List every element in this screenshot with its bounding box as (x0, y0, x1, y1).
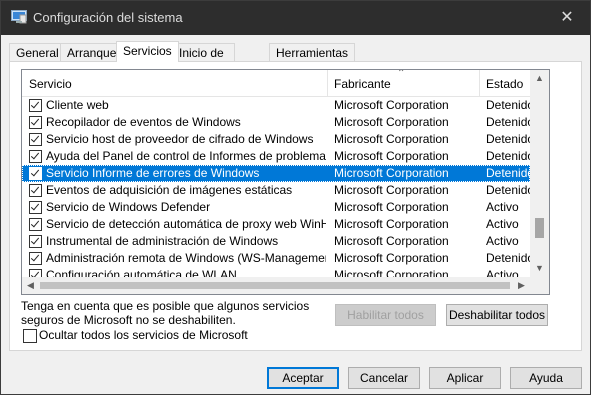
horizontal-scrollbar[interactable]: ◀ ▶ (22, 277, 530, 294)
table-row[interactable]: Recopilador de eventos de Windows Micros… (22, 114, 534, 131)
scroll-down-icon[interactable]: ▼ (530, 260, 549, 277)
service-manufacturer: Microsoft Corporation (334, 183, 449, 197)
disable-all-button[interactable]: Deshabilitar todos (446, 304, 548, 326)
system-config-window: Configuración del sistema ✕ General Arra… (0, 0, 591, 395)
service-status: Detenido (486, 251, 535, 265)
services-list[interactable]: Servicio Fabricante Estado ⌃ Cliente web… (21, 69, 550, 295)
service-name: Cliente web (46, 98, 109, 112)
column-header-status[interactable]: Estado (479, 70, 530, 96)
service-status: Detenido (486, 183, 535, 197)
service-checkbox[interactable] (29, 201, 42, 214)
table-row[interactable]: Ayuda del Panel de control de Informes d… (22, 148, 534, 165)
service-name: Servicio Informe de errores de Windows (46, 166, 260, 180)
service-checkbox[interactable] (29, 167, 42, 180)
scroll-right-icon[interactable]: ▶ (513, 277, 530, 294)
column-header-service[interactable]: Servicio (22, 70, 327, 96)
service-status: Activo (486, 200, 519, 214)
tab-arranque[interactable]: Arranque (60, 43, 124, 61)
accept-button[interactable]: Aceptar (267, 367, 339, 389)
service-manufacturer: Microsoft Corporation (334, 217, 449, 231)
hide-microsoft-services-checkbox[interactable] (23, 329, 37, 343)
tab-inicio-de-windows[interactable]: Inicio de Windows (172, 43, 235, 78)
sort-ascending-icon: ⌃ (397, 69, 406, 79)
service-status: Activo (486, 217, 519, 231)
service-manufacturer: Microsoft Corporation (334, 115, 449, 129)
tab-servicios[interactable]: Servicios (116, 41, 179, 62)
service-checkbox[interactable] (29, 218, 42, 231)
service-name: Servicio de detección automática de prox… (46, 217, 326, 231)
title-bar: Configuración del sistema ✕ (1, 1, 590, 35)
scroll-up-icon[interactable]: ▲ (530, 70, 549, 87)
cancel-button[interactable]: Cancelar (348, 367, 420, 389)
tab-general[interactable]: General (9, 43, 66, 61)
service-status: Detenido (486, 132, 535, 146)
service-name: Servicio de Windows Defender (46, 200, 211, 214)
service-name: Instrumental de administración de Window… (46, 234, 279, 248)
system-config-icon (11, 10, 27, 24)
apply-button[interactable]: Aplicar (429, 367, 501, 389)
service-name: Servicio host de proveedor de cifrado de… (46, 132, 314, 146)
service-manufacturer: Microsoft Corporation (334, 200, 449, 214)
service-checkbox[interactable] (29, 150, 42, 163)
tab-herramientas[interactable]: Herramientas (269, 43, 356, 61)
service-checkbox[interactable] (29, 252, 42, 265)
scroll-left-icon[interactable]: ◀ (22, 277, 39, 294)
table-row[interactable]: Eventos de adquisición de imágenes estát… (22, 182, 534, 199)
table-row[interactable]: Administración remota de Windows (WS-Man… (22, 250, 534, 267)
service-status: Activo (486, 234, 519, 248)
service-manufacturer: Microsoft Corporation (334, 98, 449, 112)
service-status: Detenido (486, 149, 535, 163)
service-manufacturer: Microsoft Corporation (334, 234, 449, 248)
enable-all-button[interactable]: Habilitar todos (335, 304, 436, 326)
vertical-scrollbar[interactable]: ▲ ▼ (530, 70, 549, 277)
list-header: Servicio Fabricante Estado ⌃ (22, 70, 530, 97)
service-manufacturer: Microsoft Corporation (334, 166, 449, 180)
service-manufacturer: Microsoft Corporation (334, 132, 449, 146)
service-status: Detenido (486, 166, 535, 180)
service-name: Ayuda del Panel de control de Informes d… (46, 149, 326, 163)
table-row[interactable]: Servicio de detección automática de prox… (22, 216, 530, 233)
service-checkbox[interactable] (29, 116, 42, 129)
service-checkbox[interactable] (29, 235, 42, 248)
hide-microsoft-services-label[interactable]: Ocultar todos los servicios de Microsoft (39, 328, 248, 342)
table-row[interactable]: Servicio host de proveedor de cifrado de… (22, 131, 534, 148)
vertical-scroll-thumb[interactable] (535, 218, 544, 238)
service-checkbox[interactable] (29, 99, 42, 112)
service-name: Recopilador de eventos de Windows (46, 115, 241, 129)
service-checkbox[interactable] (29, 184, 42, 197)
service-manufacturer: Microsoft Corporation (334, 149, 449, 163)
service-manufacturer: Microsoft Corporation (334, 251, 449, 265)
help-button[interactable]: Ayuda (510, 367, 582, 389)
service-checkbox[interactable] (29, 133, 42, 146)
scroll-corner (530, 277, 549, 294)
service-name: Administración remota de Windows (WS-Man… (46, 251, 326, 265)
close-icon: ✕ (560, 9, 574, 26)
horizontal-scroll-thumb[interactable] (40, 282, 510, 289)
services-note: Tenga en cuenta que es posible que algun… (21, 299, 310, 327)
table-row[interactable]: Servicio de Windows Defender Microsoft C… (22, 199, 530, 216)
service-status: Detenido (486, 115, 535, 129)
service-status: Detenido (486, 98, 535, 112)
service-name: Eventos de adquisición de imágenes estát… (46, 183, 293, 197)
window-title: Configuración del sistema (33, 10, 183, 25)
table-row-selected[interactable]: Servicio Informe de errores de Windows M… (22, 165, 534, 182)
close-button[interactable]: ✕ (544, 1, 590, 35)
table-row[interactable]: Cliente web Microsoft Corporation Deteni… (22, 97, 534, 114)
table-row[interactable]: Instrumental de administración de Window… (22, 233, 530, 250)
